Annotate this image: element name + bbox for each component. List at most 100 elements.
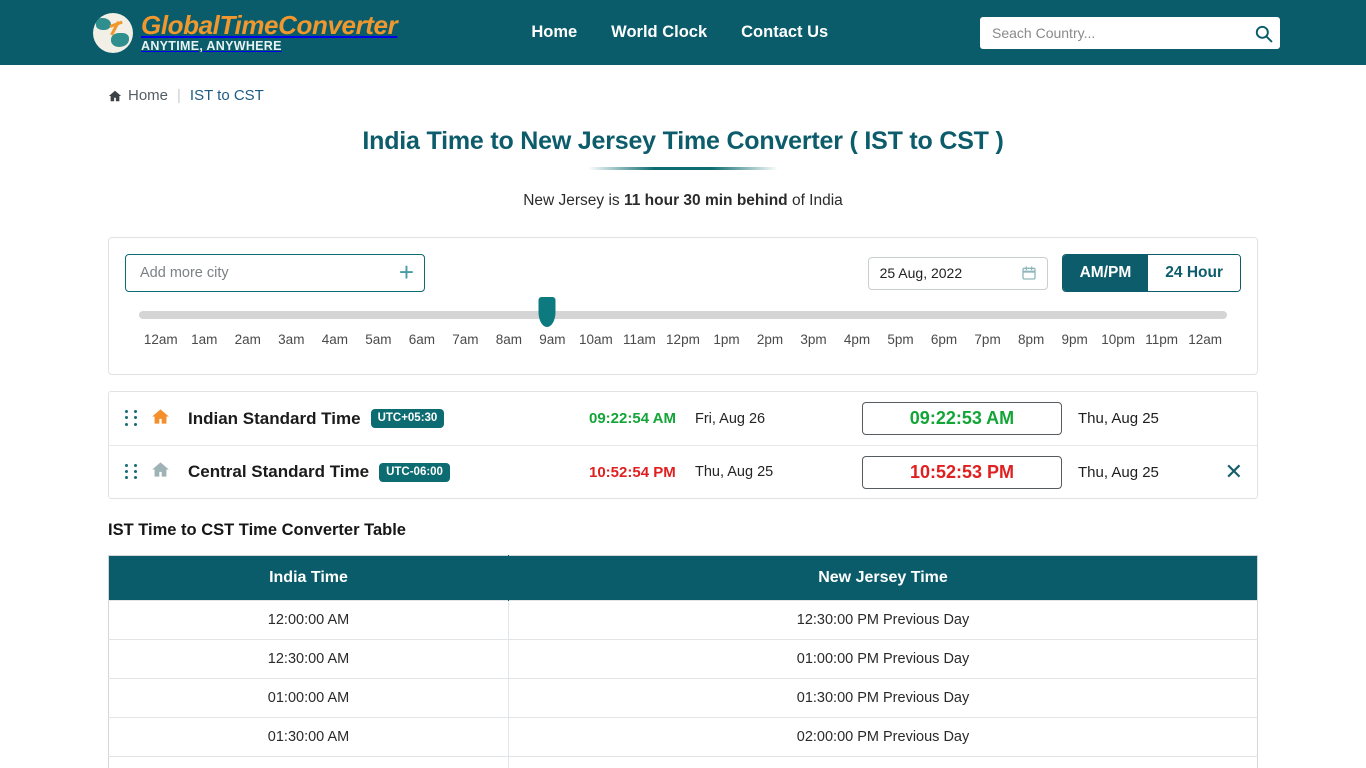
- nav-item-world-clock[interactable]: World Clock: [611, 23, 707, 42]
- drag-handle-icon[interactable]: [125, 463, 139, 481]
- cell-new-jersey-time: 02:30:00 PM Previous Day: [508, 756, 1258, 768]
- plus-icon[interactable]: +: [399, 259, 414, 288]
- date-picker-value: 25 Aug, 2022: [879, 265, 963, 281]
- table-head: India Time New Jersey Time: [108, 555, 1258, 601]
- home-timezone-icon[interactable]: [151, 460, 170, 484]
- table-header-row: India Time New Jersey Time: [108, 555, 1258, 601]
- close-icon[interactable]: ✕: [1225, 461, 1243, 483]
- slider-tick-2: 2am: [234, 332, 261, 347]
- selected-date: Thu, Aug 25: [1078, 410, 1159, 427]
- cell-new-jersey-time: 01:00:00 PM Previous Day: [508, 639, 1258, 679]
- table-caption: IST Time to CST Time Converter Table: [108, 521, 406, 539]
- table-row: 12:30:00 AM 01:00:00 PM Previous Day: [108, 639, 1258, 679]
- cell-india-time: 01:30:00 AM: [108, 717, 509, 757]
- live-date: Thu, Aug 25: [695, 464, 774, 480]
- search-button[interactable]: [1246, 17, 1280, 49]
- live-date: Fri, Aug 26: [695, 410, 766, 427]
- slider-tick-21: 9pm: [1061, 332, 1088, 347]
- cell-india-time: 02:00:00 AM: [108, 756, 509, 768]
- cell-new-jersey-time: 02:00:00 PM Previous Day: [508, 717, 1258, 757]
- slider-tick-0: 12am: [143, 332, 178, 347]
- home-timezone-icon[interactable]: [151, 407, 170, 431]
- slider-tick-1: 1am: [191, 332, 218, 347]
- time-input-box[interactable]: 10:52:53 PM: [862, 455, 1062, 489]
- slider-tick-16: 4pm: [843, 332, 871, 347]
- table-row: 12:00:00 AM 12:30:00 PM Previous Day: [108, 600, 1258, 640]
- slider-handle[interactable]: [538, 297, 556, 327]
- slider-tick-9: 9am: [539, 332, 566, 347]
- cell-india-time: 12:30:00 AM: [108, 639, 509, 679]
- search-icon: [1255, 25, 1272, 42]
- add-city-input[interactable]: [138, 264, 399, 282]
- breadcrumb-separator: |: [177, 87, 181, 104]
- slider-tick-20: 8pm: [1017, 332, 1045, 347]
- cell-new-jersey-time: 01:30:00 PM Previous Day: [508, 678, 1258, 718]
- date-picker[interactable]: 25 Aug, 2022: [867, 256, 1048, 290]
- breadcrumb-home-link[interactable]: Home: [108, 87, 168, 104]
- breadcrumb: Home | IST to CST: [108, 65, 1366, 104]
- slider-tick-12: 12pm: [666, 332, 700, 347]
- controls-panel: + 25 Aug, 2022 AM/PM 24 Hour 12am 1am 2am 3…: [108, 237, 1258, 375]
- cell-india-time: 12:00:00 AM: [108, 600, 509, 640]
- timezone-list: Indian Standard Time UTC+05:30 09:22:54 AM…: [108, 391, 1258, 499]
- logo-wordmark: GlobalTimeConverter: [141, 10, 398, 41]
- slider-tick-17: 5pm: [887, 332, 914, 347]
- timezone-row: Central Standard Time UTC-06:00 10:52:54 P…: [109, 445, 1257, 498]
- slider-tick-6: 6am: [408, 332, 435, 347]
- logo-tagline: ANYTIME, ANYWHERE: [141, 39, 282, 54]
- calendar-icon[interactable]: [1021, 265, 1037, 281]
- slider-tick-labels: 12am 1am 2am 3am 4am 5am 6am 7am 8am 9am 10am 11am 1…: [139, 332, 1227, 347]
- cell-new-jersey-time: 12:30:00 PM Previous Day: [508, 600, 1258, 640]
- column-header-india-time: India Time: [108, 555, 509, 601]
- conversion-table: India Time New Jersey Time 12:00:00 AM 12…: [108, 555, 1258, 768]
- slider-tick-11: 11am: [623, 332, 656, 347]
- time-slider[interactable]: 12am 1am 2am 3am 4am 5am 6am 7am 8am 9am 10am 11am 1…: [125, 297, 1241, 347]
- site-logo[interactable]: GlobalTimeConverter ANYTIME, ANYWHERE: [93, 10, 398, 54]
- search-input[interactable]: [980, 25, 1246, 41]
- timezone-row: Indian Standard Time UTC+05:30 09:22:54 AM…: [109, 392, 1257, 445]
- title-underline: [588, 167, 778, 170]
- subtitle-offset: 11 hour 30 min behind: [623, 192, 788, 209]
- right-controls: 25 Aug, 2022 AM/PM 24 Hour: [867, 254, 1241, 292]
- globe-clock-icon: [93, 12, 133, 53]
- controls-row: + 25 Aug, 2022 AM/PM 24 Hour: [125, 254, 1241, 292]
- table-row: 01:00:00 AM 01:30:00 PM Previous Day: [108, 678, 1258, 718]
- add-city-box: +: [125, 254, 425, 292]
- site-header: GlobalTimeConverter ANYTIME, ANYWHERE Ho…: [0, 0, 1366, 65]
- slider-track[interactable]: [139, 297, 1227, 327]
- table-body: 12:00:00 AM 12:30:00 PM Previous Day 12:30…: [108, 600, 1258, 768]
- nav-item-home[interactable]: Home: [531, 23, 577, 42]
- utc-offset-badge: UTC+05:30: [370, 409, 445, 428]
- subtitle-suffix: of India: [787, 192, 843, 209]
- column-header-new-jersey-time: New Jersey Time: [508, 555, 1258, 601]
- slider-tick-18: 6pm: [930, 332, 958, 347]
- breadcrumb-current[interactable]: IST to CST: [190, 87, 264, 104]
- live-time: 10:52:54 PM: [589, 463, 676, 481]
- slider-tick-22: 10pm: [1101, 332, 1135, 347]
- toggle-ampm[interactable]: AM/PM: [1062, 255, 1149, 291]
- time-input-box[interactable]: 09:22:53 AM: [862, 402, 1062, 435]
- cell-india-time: 01:00:00 AM: [108, 678, 509, 718]
- slider-tick-14: 2pm: [756, 332, 784, 347]
- nav-item-contact-us[interactable]: Contact Us: [741, 23, 828, 42]
- slider-tick-8: 8am: [495, 332, 523, 347]
- timezone-name: Indian Standard Time: [188, 408, 361, 428]
- slider-tick-7: 7am: [452, 332, 479, 347]
- drag-handle-icon[interactable]: [125, 410, 139, 427]
- slider-tick-24: 12am: [1188, 332, 1223, 347]
- main-nav: Home World Clock Contact Us: [531, 23, 828, 42]
- home-icon: [152, 408, 169, 424]
- timezone-name: Central Standard Time: [188, 462, 370, 481]
- slider-tick-19: 7pm: [974, 332, 1001, 347]
- slider-tick-3: 3am: [278, 332, 305, 347]
- home-icon: [152, 462, 169, 477]
- slider-tick-5: 5am: [365, 332, 392, 347]
- slider-tick-4: 4am: [321, 332, 348, 347]
- slider-tick-13: 1pm: [713, 332, 740, 347]
- subtitle-prefix: New Jersey is: [523, 192, 624, 209]
- time-format-toggle: AM/PM 24 Hour: [1061, 254, 1241, 292]
- breadcrumb-home-label: Home: [128, 87, 169, 104]
- table-row: 02:00:00 AM02:30:00 PM Previous Day: [108, 756, 1258, 768]
- toggle-24hour[interactable]: 24 Hour: [1148, 255, 1240, 291]
- table-row: 01:30:00 AM 02:00:00 PM Previous Day: [108, 717, 1258, 757]
